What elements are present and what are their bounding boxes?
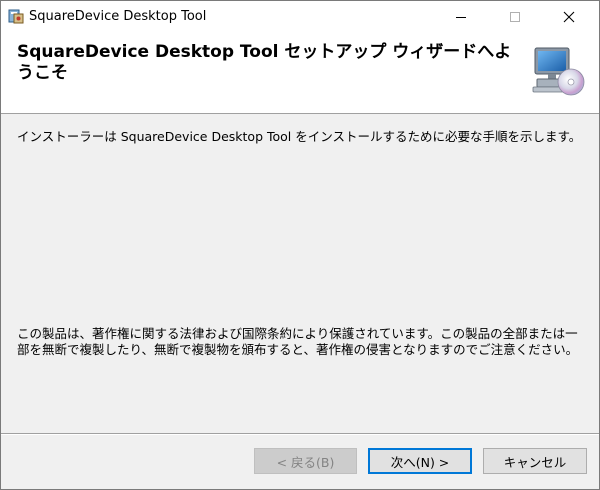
minimize-button[interactable] [438, 1, 484, 32]
wizard-title: SquareDevice Desktop Tool セットアップ ウィザードへよ… [17, 42, 512, 83]
copyright-notice: この製品は、著作権に関する法律および国際条約により保護されています。この製品の全… [17, 326, 579, 357]
title-bar[interactable]: SquareDevice Desktop Tool [1, 1, 599, 32]
close-icon [563, 11, 575, 22]
back-button[interactable]: < 戻る(B) [254, 448, 357, 474]
maximize-button[interactable] [492, 1, 538, 32]
installer-window: SquareDevice Desktop Tool SquareDevice D… [0, 0, 600, 490]
minimize-icon [456, 16, 466, 18]
maximize-icon [510, 11, 520, 22]
intro-text: インストーラーは SquareDevice Desktop Tool をインスト… [17, 129, 582, 144]
window-title: SquareDevice Desktop Tool [29, 9, 207, 24]
next-button[interactable]: 次へ(N) > [368, 448, 472, 474]
close-button[interactable] [546, 1, 592, 32]
wizard-header: SquareDevice Desktop Tool セットアップ ウィザードへよ… [1, 32, 599, 114]
footer-divider [1, 433, 599, 435]
computer-cd-icon [532, 47, 585, 96]
installer-app-icon [8, 9, 24, 24]
cancel-button[interactable]: キャンセル [483, 448, 587, 474]
